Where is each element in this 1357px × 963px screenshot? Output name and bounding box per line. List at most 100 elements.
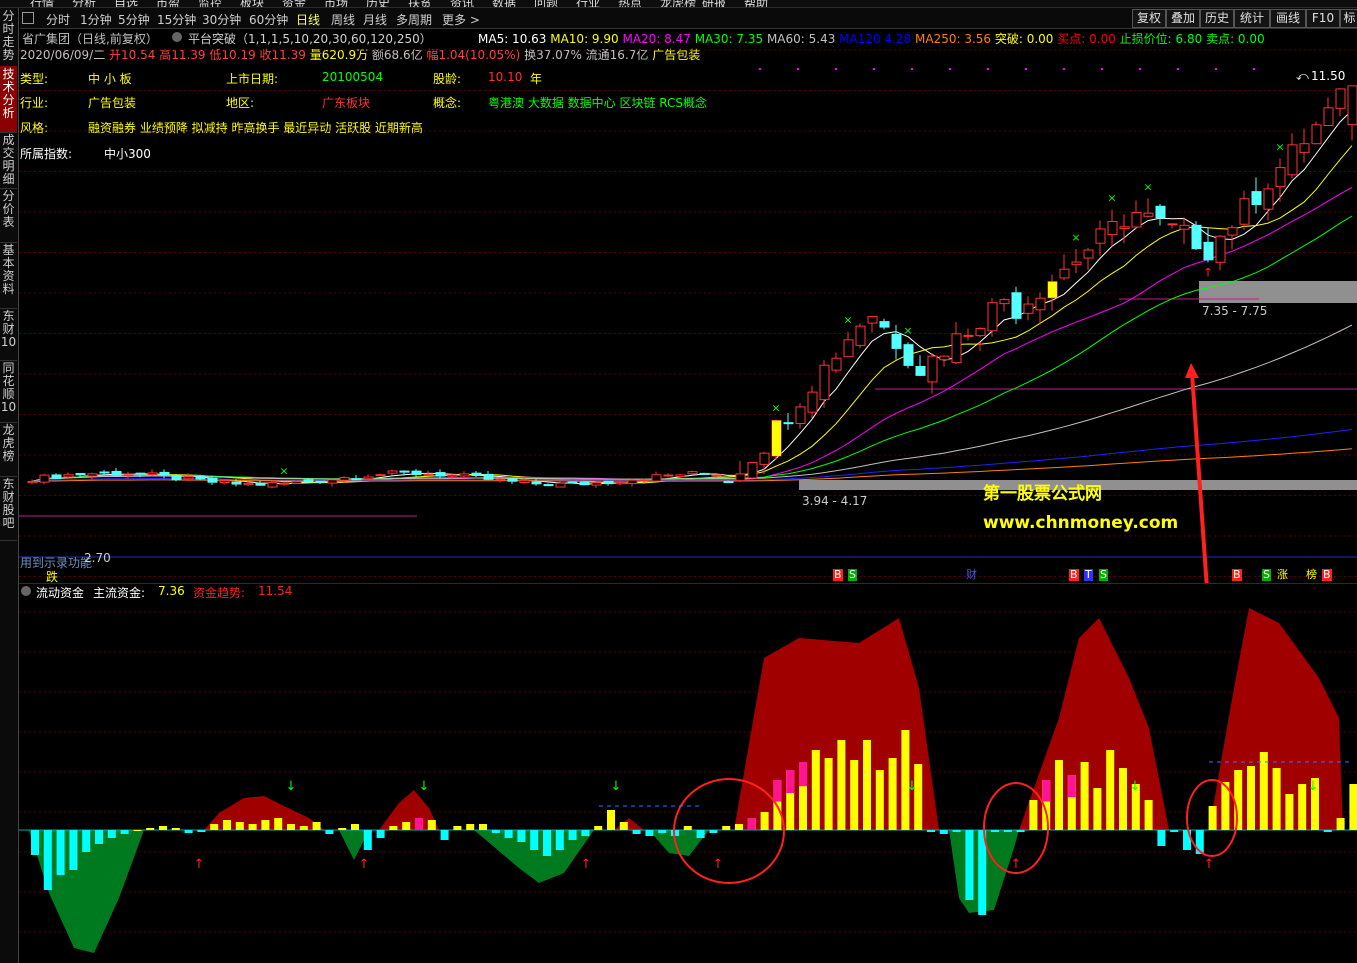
toolbar-button[interactable]: 标 [1340, 9, 1357, 28]
event-marker[interactable]: B [833, 569, 843, 581]
annotation-arrow-head [1185, 363, 1199, 378]
sidebar-tab[interactable]: 成交明细 [0, 132, 17, 189]
menu-item[interactable]: 帮助 [744, 0, 768, 7]
menu-item[interactable]: 龙虎榜 [660, 0, 696, 7]
sidebar-tab[interactable]: 技术分析 [0, 66, 17, 133]
menu-item[interactable]: 监控 [198, 0, 222, 7]
period-tab[interactable]: 分时 [46, 11, 70, 28]
period-tab[interactable]: 日线 [296, 11, 320, 28]
candle-body [1035, 297, 1046, 311]
fund-bar [133, 830, 142, 831]
fund-bar [517, 830, 526, 842]
menu-item[interactable]: 资讯 [450, 0, 474, 7]
toolbar-button[interactable]: 复权 [1132, 9, 1166, 28]
menu-item[interactable]: 行业 [576, 0, 600, 7]
period-tab[interactable]: 30分钟 [202, 11, 241, 28]
period-tab[interactable]: 5分钟 [118, 11, 150, 28]
candle-body [39, 474, 50, 483]
toolbar-button[interactable]: 统计 [1234, 9, 1270, 28]
sidebar-tab[interactable]: 基本资料 [0, 242, 17, 309]
menu-item[interactable]: 行情 [30, 0, 54, 7]
candle-body [903, 344, 914, 366]
sidebar-tab[interactable]: 东财10 [0, 308, 17, 361]
fund-bar [952, 830, 961, 832]
period-tab[interactable]: 更多 > [442, 11, 480, 28]
candle-body [87, 473, 98, 477]
menu-item[interactable]: 问题 [534, 0, 558, 7]
candle-body [1251, 191, 1262, 206]
menu-item[interactable]: 研报 [702, 0, 726, 7]
signal-dot [1101, 68, 1103, 70]
sidebar-tab[interactable]: 分价表 [0, 188, 17, 243]
candle-body [711, 474, 722, 477]
period-tab[interactable]: 周线 [331, 11, 355, 28]
menu-item[interactable]: 热点 [618, 0, 642, 7]
menu-item[interactable]: 自选 [114, 0, 138, 7]
fund-bar [722, 826, 731, 830]
fund-bar [82, 830, 91, 852]
indicator-name[interactable]: 平台突破（1,1,1,5,10,20,30,60,120,250） [188, 30, 432, 47]
candle-body [795, 406, 806, 425]
period-tab[interactable]: 15分钟 [157, 11, 196, 28]
toolbar-button[interactable]: 画线 [1270, 9, 1306, 28]
period-tab[interactable]: 60分钟 [249, 11, 288, 28]
menu-item[interactable]: 扶贫 [408, 0, 432, 7]
ma-value: MA60: 5.43 [766, 32, 840, 46]
candlestick-chart[interactable]: × × × × × × × × ↑ ↑ [19, 48, 1357, 583]
signal-dot [1025, 68, 1027, 70]
event-marker[interactable]: B [1232, 569, 1242, 581]
menu-item[interactable]: 数据 [492, 0, 516, 7]
ma-value: MA30: 7.35 [694, 32, 767, 46]
candle-body [315, 480, 326, 483]
menu-item[interactable]: 市盈 [156, 0, 180, 7]
candle-body [147, 472, 158, 476]
event-marker[interactable]: S [848, 569, 857, 581]
fund-bar [31, 830, 39, 855]
period-tab[interactable]: 多周期 [396, 11, 432, 28]
collapse-icon[interactable] [22, 12, 34, 24]
fund-bar [453, 826, 462, 830]
sidebar-tab[interactable]: 同花顺10 [0, 360, 17, 423]
signal-value: 卖点: 0.00 [1206, 32, 1265, 46]
candle-body [927, 355, 938, 383]
period-tab[interactable]: 1分钟 [80, 11, 112, 28]
fund-bar [543, 830, 551, 856]
sidebar-tab[interactable]: 分时走势 [0, 8, 17, 67]
menu-item[interactable]: 资金 [282, 0, 306, 7]
candle-body [459, 473, 470, 477]
event-marker[interactable]: B [1069, 569, 1079, 581]
fund-bar [210, 824, 219, 830]
candle-body [243, 482, 254, 486]
sub-dropdown-icon[interactable] [21, 584, 31, 598]
highlight-candle [772, 420, 781, 456]
sidebar-tab[interactable]: 龙虎榜 [0, 422, 17, 477]
cross-marker: × [843, 314, 852, 327]
event-marker[interactable]: B [1322, 569, 1332, 581]
event-marker[interactable]: T [1084, 569, 1093, 581]
event-marker[interactable]: S [1099, 569, 1108, 581]
menu-item[interactable]: 历史 [366, 0, 390, 7]
candle-body [819, 364, 830, 401]
fund-bar-top [799, 762, 807, 787]
event-marker[interactable]: S [1262, 569, 1271, 581]
candle-body [639, 479, 650, 482]
event-marker[interactable]: 涨 [1276, 569, 1289, 581]
period-tab[interactable]: 月线 [363, 11, 387, 28]
fund-flow-chart[interactable]: ↑ ↑ ↑ ↑ ↑ ↑ ↓ ↓ ↓ ↓ ↓ ↓ [19, 598, 1357, 963]
event-marker[interactable]: 榜 [1305, 569, 1318, 581]
toolbar-button[interactable]: 历史 [1200, 9, 1234, 28]
menu-item[interactable]: 分析 [72, 0, 96, 7]
indicator-dropdown-icon[interactable] [172, 30, 182, 44]
toolbar-button[interactable]: F10 [1306, 9, 1340, 28]
menu-item[interactable]: 板块 [240, 0, 264, 7]
signal-dot [1139, 68, 1141, 70]
toolbar-button[interactable]: 叠加 [1166, 9, 1200, 28]
fund-bar [363, 830, 372, 850]
sidebar-tab[interactable]: 东财股吧 [0, 476, 17, 541]
event-marker[interactable]: 财 [965, 569, 978, 581]
fund-bar [760, 812, 769, 830]
sell-arrow: ↓ [286, 779, 297, 794]
candle-body [291, 481, 302, 484]
menu-item[interactable]: 市场 [324, 0, 348, 7]
cross-marker: × [1275, 140, 1284, 153]
